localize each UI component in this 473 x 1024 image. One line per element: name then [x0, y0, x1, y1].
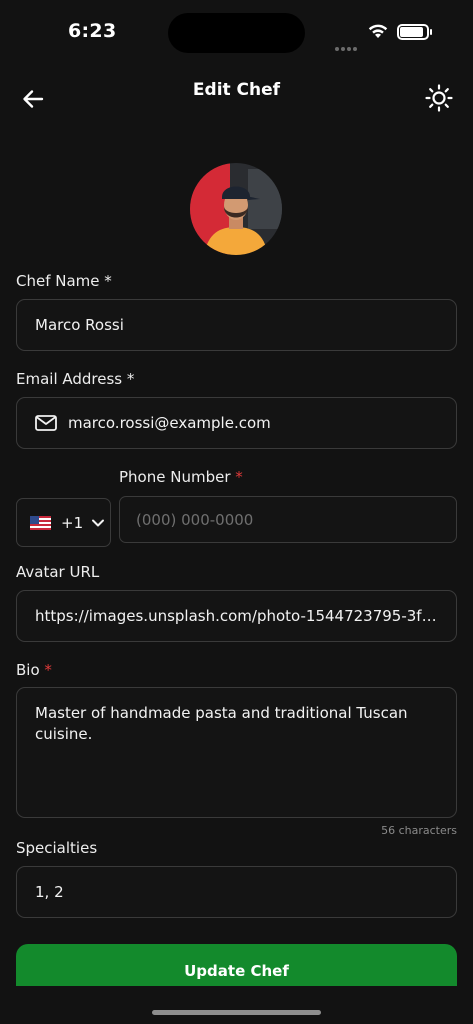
email-label: Email Address *: [16, 370, 134, 388]
email-input[interactable]: marco.rossi@example.com: [16, 397, 457, 449]
cellular-signal-icon: [335, 36, 359, 55]
chef-name-label-text: Chef Name: [16, 272, 100, 290]
us-flag-icon: [30, 515, 51, 530]
avatar[interactable]: [190, 163, 282, 255]
dynamic-island: [168, 13, 305, 53]
status-bar: 6:23: [0, 0, 473, 62]
phone-input[interactable]: (000) 000-0000: [119, 496, 457, 543]
chef-name-input[interactable]: Marco Rossi: [16, 299, 457, 351]
phone-label: Phone Number *: [119, 468, 243, 486]
battery-icon: [397, 24, 432, 40]
home-indicator: [152, 1010, 321, 1015]
specialties-label: Specialties: [16, 839, 97, 857]
specialties-label-text: Specialties: [16, 839, 98, 857]
phone-placeholder: (000) 000-0000: [136, 510, 254, 529]
bottom-safe-area: [0, 986, 473, 1024]
avatar-url-label: Avatar URL: [16, 563, 99, 581]
avatar-url-input[interactable]: https://images.unsplash.com/photo-154472…: [16, 590, 457, 642]
page-title: Edit Chef: [192, 80, 281, 100]
required-mark: *: [44, 661, 52, 679]
required-mark: *: [126, 370, 135, 388]
specialties-value: 1, 2: [35, 883, 64, 901]
update-chef-button-label: Update Chef: [184, 962, 289, 980]
required-mark: *: [235, 468, 243, 486]
sun-icon[interactable]: [424, 83, 454, 113]
bio-label: Bio *: [16, 661, 52, 679]
avatar-url-label-text: Avatar URL: [16, 563, 100, 581]
bio-label-text: Bio: [16, 661, 40, 679]
chef-name-label: Chef Name *: [16, 272, 112, 290]
bio-textarea[interactable]: Master of handmade pasta and traditional…: [16, 687, 457, 818]
required-mark: *: [104, 272, 112, 290]
bio-character-count: 56 characters: [381, 824, 457, 837]
top-app-bar: Edit Chef: [0, 62, 473, 122]
phone-label-text: Phone Number: [119, 468, 231, 486]
status-time: 6:23: [68, 20, 117, 42]
specialties-input[interactable]: 1, 2: [16, 866, 457, 918]
email-value: marco.rossi@example.com: [68, 414, 271, 432]
country-code-select[interactable]: +1: [16, 498, 111, 547]
avatar-url-value: https://images.unsplash.com/photo-154472…: [35, 607, 438, 625]
mail-icon: [35, 415, 57, 431]
email-label-text: Email Address: [16, 370, 123, 388]
chevron-down-icon: [92, 519, 105, 526]
chef-name-value: Marco Rossi: [35, 316, 124, 334]
wifi-icon: [368, 24, 388, 38]
country-code-value: +1: [61, 513, 84, 532]
bio-value: Master of handmade pasta and traditional…: [35, 704, 408, 743]
